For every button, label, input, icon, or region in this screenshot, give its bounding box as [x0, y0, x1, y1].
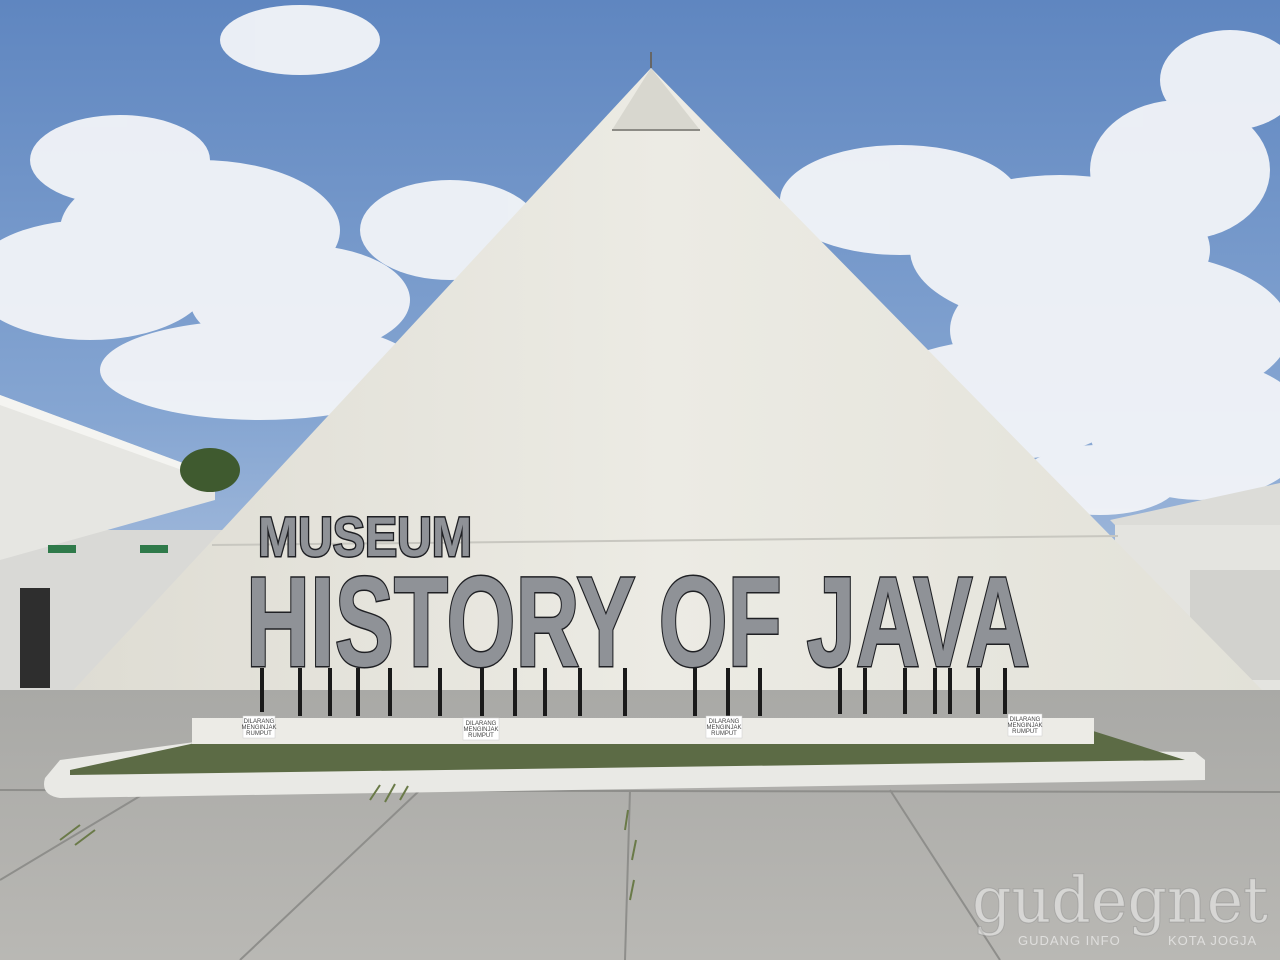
plaque-1: DILARANG MENGINJAK RUMPUT — [241, 715, 277, 739]
watermark-logo: gudegnet — [972, 864, 1268, 938]
sign-history-of-java: HISTORY OF JAVA — [246, 551, 1030, 694]
watermark-sub-right: KOTA JOGJA — [1168, 933, 1257, 948]
plaque-3-line2: RUMPUT — [711, 731, 737, 737]
museum-scene: MUSEUM HISTORY OF JAVA DILARANG MENGINJA… — [0, 0, 1280, 960]
plaque-1-line2: RUMPUT — [246, 731, 272, 737]
plaque-2-line2: RUMPUT — [468, 733, 494, 739]
plaque-2: DILARANG MENGINJAK RUMPUT — [462, 717, 500, 741]
plaque-4-line2: RUMPUT — [1012, 729, 1038, 735]
plaque-4: DILARANG MENGINJAK RUMPUT — [1007, 713, 1043, 737]
watermark-sub-left: GUDANG INFO — [1018, 933, 1121, 948]
plaque-3: DILARANG MENGINJAK RUMPUT — [705, 715, 743, 739]
